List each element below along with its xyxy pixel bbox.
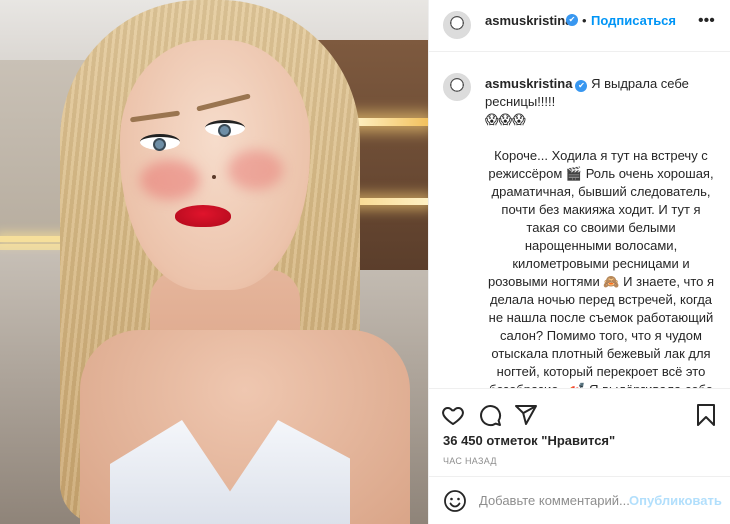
like-heart-icon[interactable]	[441, 403, 465, 427]
comment-icon[interactable]	[478, 403, 502, 427]
photo-iris-left	[153, 138, 166, 151]
follow-button[interactable]: Подписаться	[591, 13, 676, 28]
verified-badge-icon: ✔	[566, 14, 578, 26]
author-username[interactable]: asmuskristina	[485, 13, 572, 28]
caption-verified-icon: ✔	[575, 80, 588, 92]
photo-blush-left	[140, 160, 200, 200]
comment-input[interactable]	[479, 489, 629, 511]
post-photo[interactable]	[0, 0, 428, 524]
share-icon[interactable]	[514, 403, 538, 427]
caption-emoji: 😱😱😱	[485, 112, 526, 127]
caption-area[interactable]: asmuskristina ✔ Я выдрала себе ресницы!!!…	[429, 53, 730, 388]
caption-body: Короче... Ходила я тут на встречу с режи…	[487, 148, 715, 388]
author-avatar[interactable]	[443, 11, 471, 39]
post-time[interactable]: час назад	[443, 456, 497, 466]
more-dots-icon[interactable]: •••	[698, 12, 715, 30]
caption-username[interactable]: asmuskristina	[485, 76, 572, 91]
post-side-panel: asmuskristina ✔ • Подписаться ••• asmusk…	[428, 0, 730, 524]
likes-count[interactable]: 36 450 отметок "Нравится"	[443, 433, 615, 448]
caption-text: asmuskristina ✔ Я выдрала себе ресницы!!!…	[485, 75, 717, 388]
post-header: asmuskristina ✔ • Подписаться •••	[429, 0, 730, 52]
publish-button[interactable]: Опубликовать	[629, 493, 722, 508]
photo-eye-left	[140, 134, 180, 151]
photo-mole	[212, 175, 216, 179]
caption-avatar[interactable]	[443, 73, 471, 101]
post-actions: 36 450 отметок "Нравится" час назад	[429, 388, 730, 488]
save-bookmark-icon[interactable]	[694, 403, 718, 427]
photo-eye-right	[205, 120, 245, 137]
photo-iris-right	[218, 124, 231, 137]
photo-blush-right	[228, 150, 283, 190]
emoji-smiley-icon[interactable]	[443, 489, 467, 513]
comment-bar: Опубликовать	[429, 476, 730, 524]
header-separator: •	[582, 13, 587, 28]
photo-lips	[175, 205, 231, 227]
